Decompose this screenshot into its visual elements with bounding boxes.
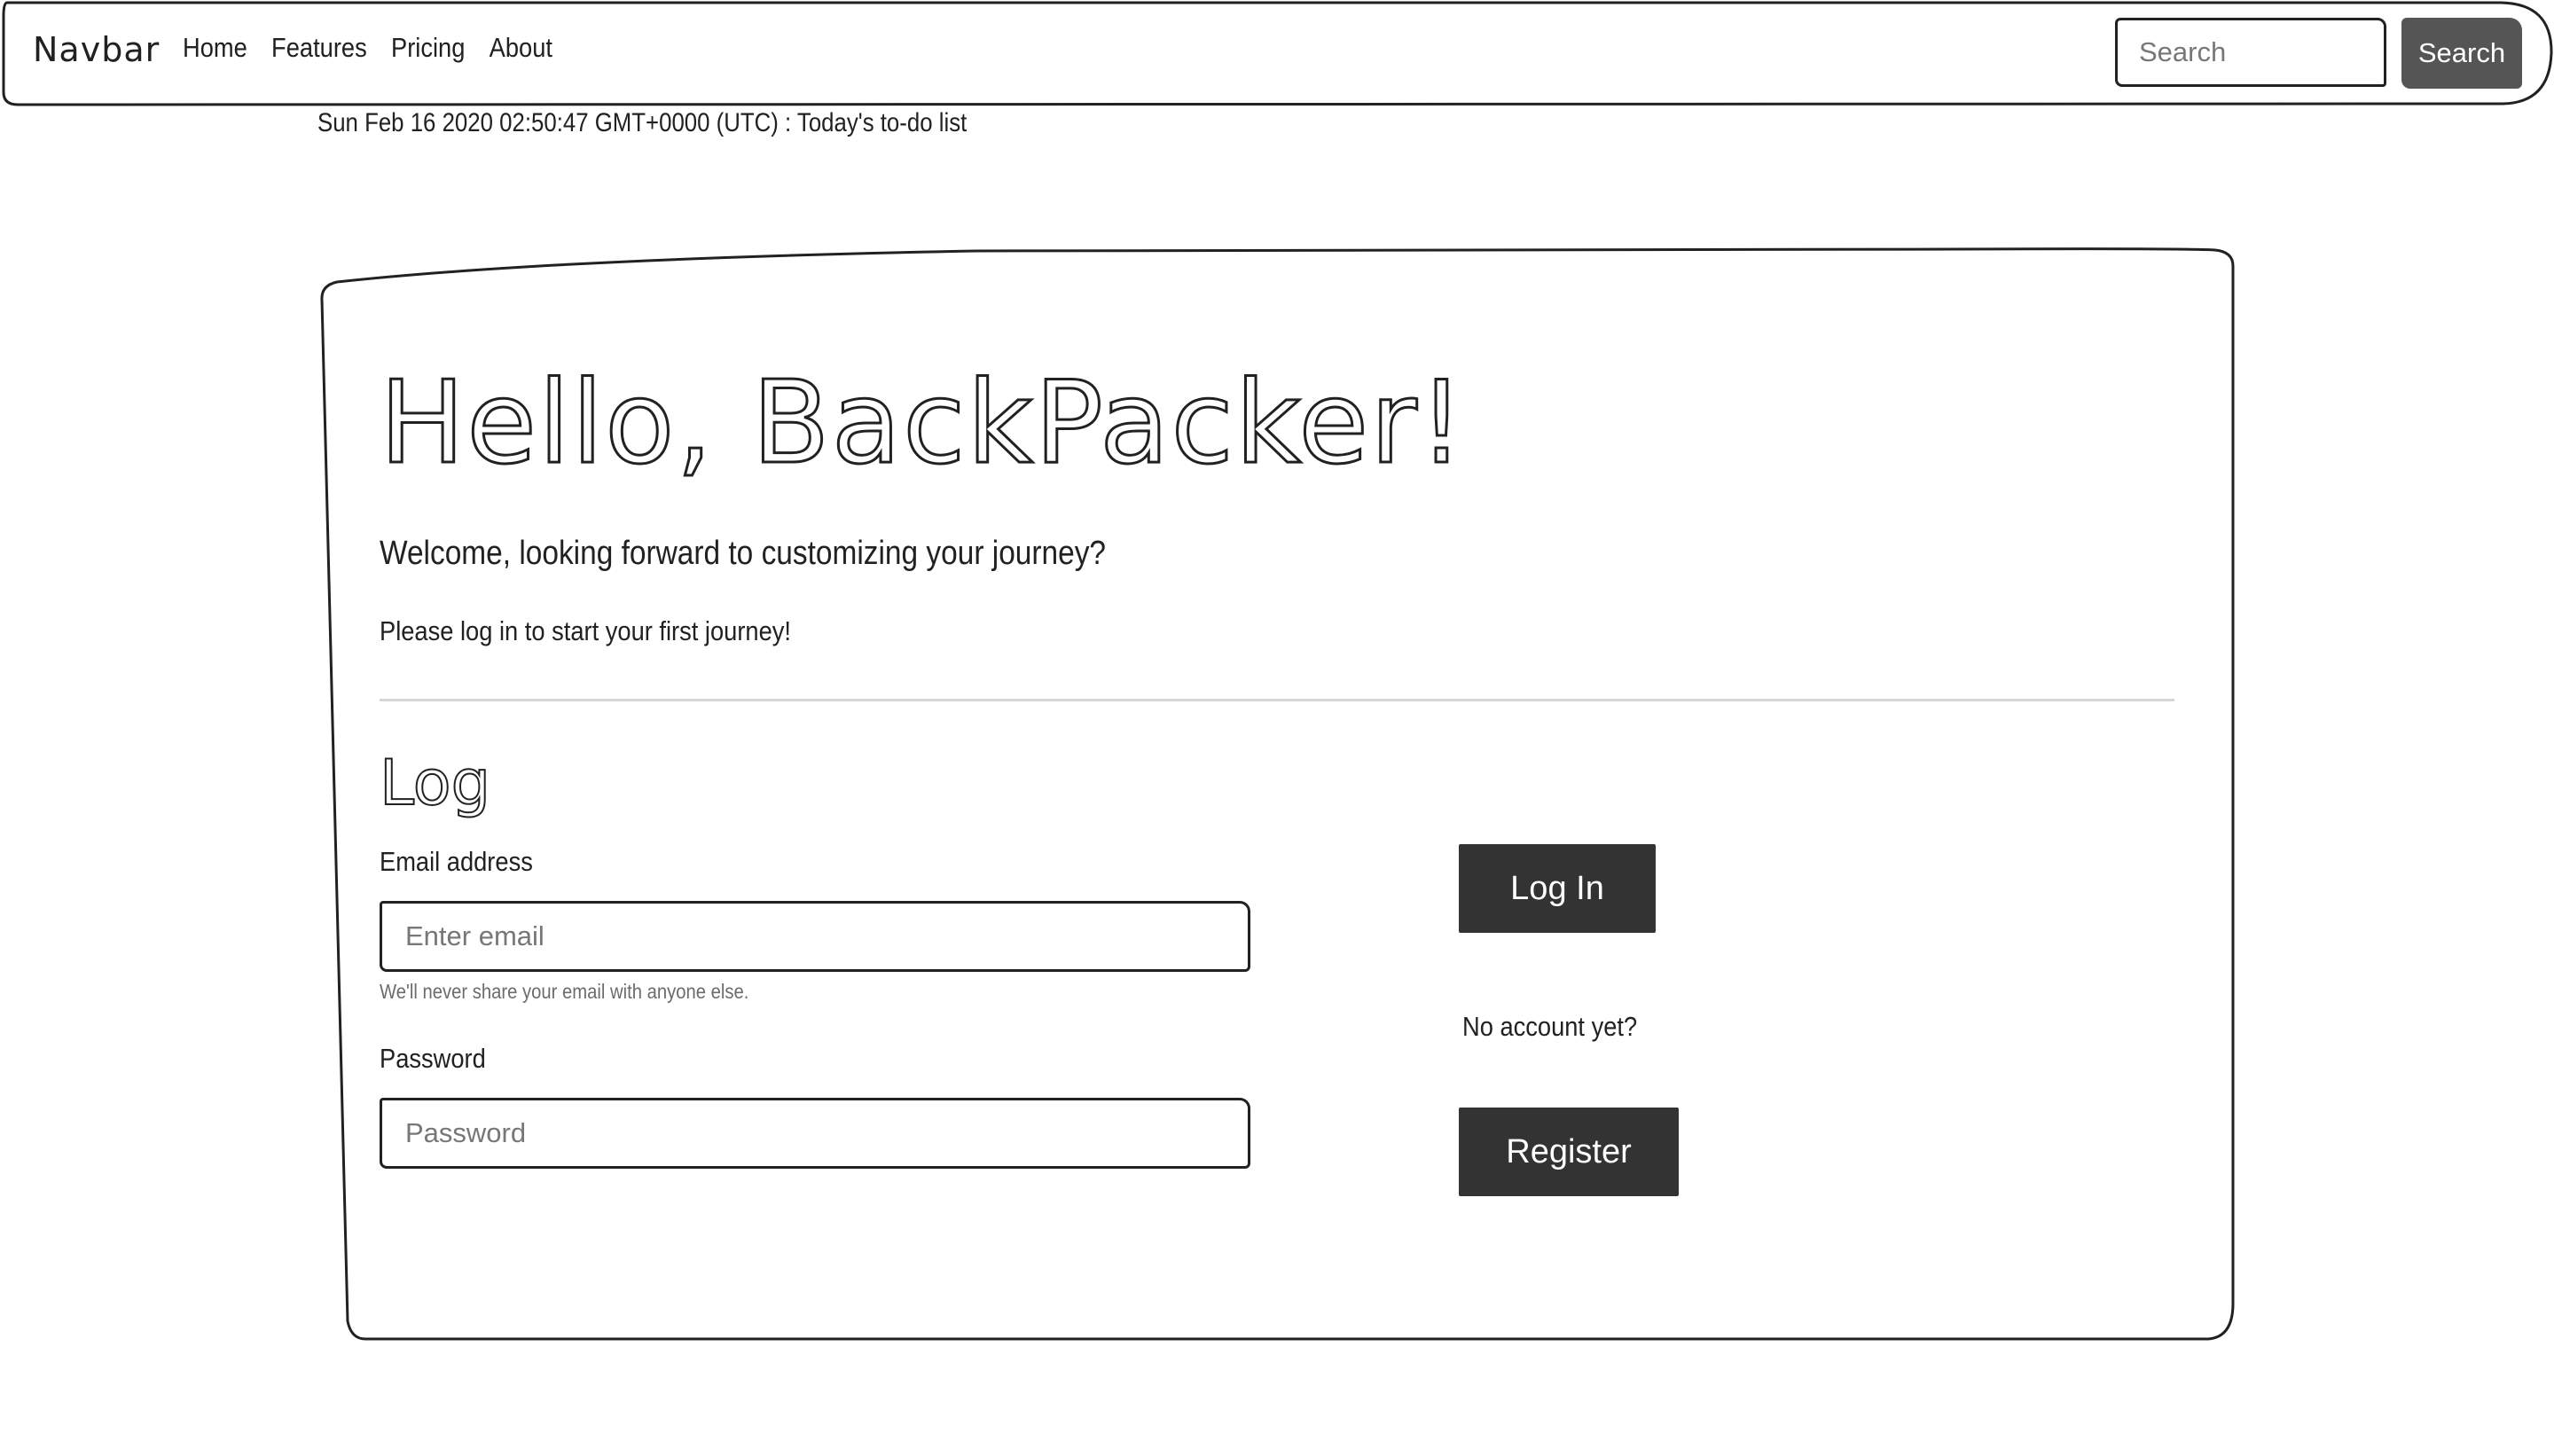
date-todo-line: Sun Feb 16 2020 02:50:47 GMT+0000 (UTC) …	[317, 108, 968, 137]
password-field[interactable]	[380, 1098, 1250, 1169]
hero-title: Hello, BackPacker!	[378, 357, 1467, 489]
password-label: Password	[380, 1043, 486, 1074]
nav-link-about[interactable]: About	[490, 32, 552, 64]
search-input[interactable]	[2115, 18, 2386, 87]
nav-link-home[interactable]: Home	[183, 32, 247, 64]
navbar: Navbar Home Features Pricing About Searc…	[0, 0, 2554, 108]
hero-lead: Welcome, looking forward to customizing …	[380, 535, 1107, 572]
nav-link-features[interactable]: Features	[271, 32, 367, 64]
navbar-brand[interactable]: Navbar	[33, 30, 160, 69]
email-label: Email address	[380, 846, 533, 877]
divider	[380, 699, 2174, 701]
nav-link-pricing[interactable]: Pricing	[391, 32, 465, 64]
search-button[interactable]: Search	[2401, 18, 2522, 89]
no-account-text: No account yet?	[1462, 1011, 1638, 1042]
register-button[interactable]: Register	[1459, 1108, 1679, 1196]
login-heading: Log	[379, 747, 491, 819]
email-field[interactable]	[380, 901, 1250, 972]
email-help-text: We'll never share your email with anyone…	[380, 980, 749, 1003]
jumbotron-frame	[320, 247, 2235, 1341]
login-prompt: Please log in to start your first journe…	[380, 615, 791, 646]
nav-links: Home Features Pricing About	[183, 32, 552, 64]
login-button[interactable]: Log In	[1459, 844, 1656, 933]
